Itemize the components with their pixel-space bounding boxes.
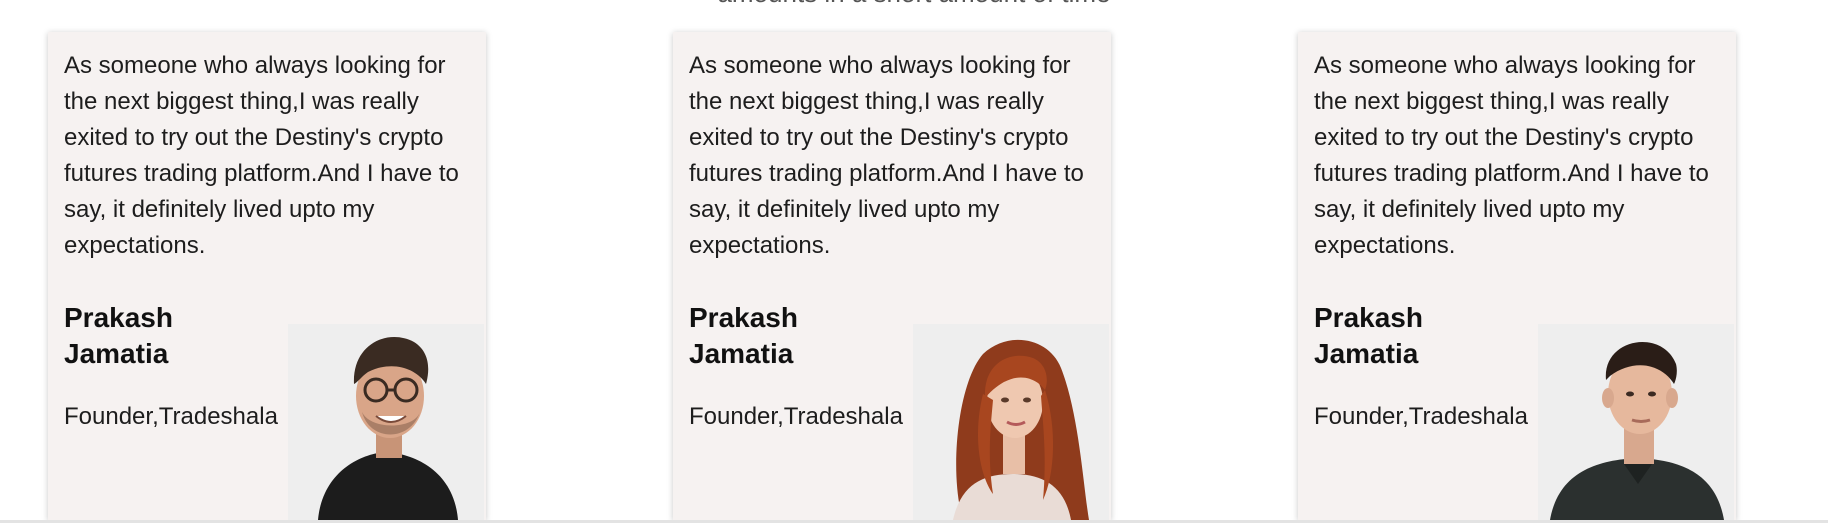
section-subtitle: amounts in a short amount of time	[0, 0, 1828, 9]
testimonial-quote: As someone who always looking for the ne…	[64, 52, 459, 259]
testimonial-card: As someone who always looking for the ne…	[673, 32, 1111, 520]
man-with-glasses-avatar	[288, 324, 484, 520]
testimonial-card: As someone who always looking for the ne…	[1298, 32, 1736, 520]
testimonial-author-role: Founder,Tradeshala	[1314, 403, 1528, 430]
testimonial-quote: As someone who always looking for the ne…	[1314, 52, 1709, 259]
testimonial-author-role: Founder,Tradeshala	[64, 403, 278, 430]
testimonial-author-name: Prakash Jamatia	[64, 302, 173, 369]
testimonial-author-name: Prakash Jamatia	[1314, 302, 1423, 369]
testimonials-section: amounts in a short amount of time As som…	[0, 0, 1828, 523]
testimonial-quote: As someone who always looking for the ne…	[689, 52, 1084, 259]
young-man-avatar	[1538, 324, 1734, 520]
testimonial-author-name: Prakash Jamatia	[689, 302, 798, 369]
red-haired-woman-avatar	[913, 324, 1109, 520]
testimonial-card: As someone who always looking for the ne…	[48, 32, 486, 520]
testimonial-author-role: Founder,Tradeshala	[689, 403, 903, 430]
